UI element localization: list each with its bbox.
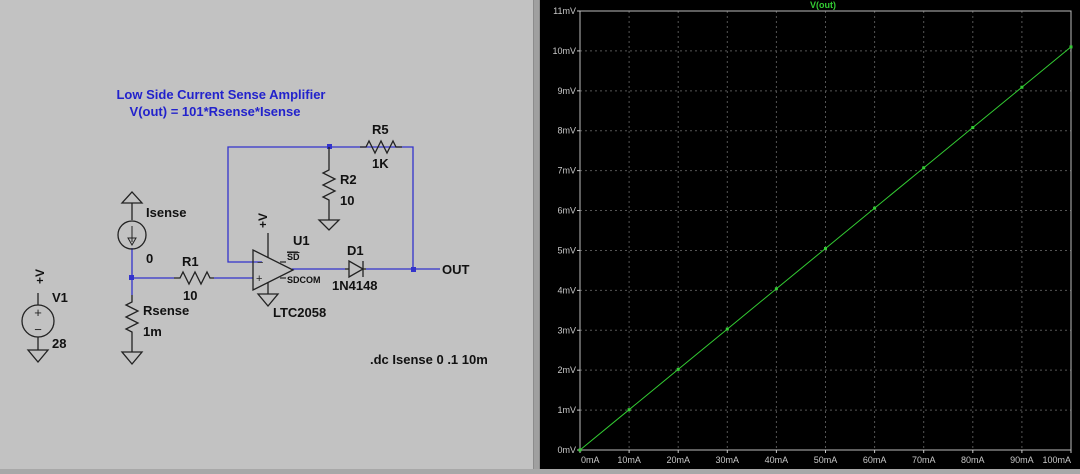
waveform-chart[interactable]: V(out) 0mV 1mV 2mV 3mV 4mV 5mV 6mV 7mV 8mV 9mV 10m… xyxy=(540,0,1080,469)
y-tick-label[interactable]: 7mV xyxy=(557,166,576,176)
trace-point[interactable] xyxy=(971,126,975,130)
spice-directive[interactable]: .dc Isense 0 .1 10m xyxy=(370,352,488,367)
trace-point[interactable] xyxy=(873,206,877,210)
u1-part[interactable]: LTC2058 xyxy=(273,305,326,320)
d1-part[interactable]: 1N4148 xyxy=(332,278,378,293)
u1-name[interactable]: U1 xyxy=(293,233,310,248)
out-net-label[interactable]: OUT xyxy=(442,262,470,277)
y-tick-label[interactable]: 11mV xyxy=(553,6,576,16)
schematic-title-line2[interactable]: V(out) = 101*Rsense*Isense xyxy=(130,104,301,119)
r2-resistor[interactable]: R2 10 xyxy=(317,147,357,231)
trace-point[interactable] xyxy=(774,287,778,291)
trace-point[interactable] xyxy=(725,327,729,331)
isense-source[interactable]: Isense 0 xyxy=(117,191,186,266)
trace-point[interactable] xyxy=(676,367,680,371)
u1-sd-label: SD xyxy=(287,252,300,262)
grid xyxy=(580,11,1071,450)
y-tick-label[interactable]: 9mV xyxy=(557,86,576,96)
schematic-canvas[interactable]: + − +V V1 28 Isense 0 R1 10 Rsense 1m R2… xyxy=(0,0,533,469)
trace-point[interactable] xyxy=(627,408,631,412)
y-tick-label[interactable]: 8mV xyxy=(557,126,576,136)
trace-title[interactable]: V(out) xyxy=(810,0,836,10)
x-tick-label[interactable]: 30mA xyxy=(716,455,740,465)
u1-minus-pin: − xyxy=(257,257,263,269)
v1-minus-sign: − xyxy=(34,322,42,337)
rsense-name[interactable]: Rsense xyxy=(143,303,189,318)
rsense-resistor[interactable]: Rsense 1m xyxy=(120,295,189,366)
r1-name[interactable]: R1 xyxy=(182,254,199,269)
u1-supply-label: +V xyxy=(256,213,270,228)
y-tick-label[interactable]: 0mV xyxy=(557,445,576,455)
y-tick-label[interactable]: 6mV xyxy=(557,206,576,216)
d1-name[interactable]: D1 xyxy=(347,243,364,258)
trace-point[interactable] xyxy=(1020,85,1024,89)
y-tick-label[interactable]: 4mV xyxy=(557,285,576,295)
y-tick-label[interactable]: 2mV xyxy=(557,365,576,375)
schematic-panel[interactable]: + − +V V1 28 Isense 0 R1 10 Rsense 1m R2… xyxy=(0,0,533,469)
y-tick-label[interactable]: 1mV xyxy=(557,405,576,415)
x-tick-label[interactable]: 60mA xyxy=(863,455,887,465)
r2-value[interactable]: 10 xyxy=(340,193,354,208)
r5-value[interactable]: 1K xyxy=(372,156,389,171)
d1-diode[interactable]: D1 1N4148 xyxy=(332,243,378,293)
trace-point[interactable] xyxy=(578,448,582,452)
v1-pin-label: +V xyxy=(33,269,47,284)
v1-value[interactable]: 28 xyxy=(52,336,66,351)
isense-ground-icon xyxy=(120,191,144,204)
r1-resistor[interactable]: R1 10 xyxy=(174,254,214,303)
x-tick-label[interactable]: 50mA xyxy=(814,455,838,465)
isense-value[interactable]: 0 xyxy=(146,251,153,266)
waveform-panel[interactable]: V(out) 0mV 1mV 2mV 3mV 4mV 5mV 6mV 7mV 8mV 9mV 10m… xyxy=(540,0,1080,469)
x-tick-label[interactable]: 40mA xyxy=(765,455,789,465)
y-tick-label[interactable]: 10mV xyxy=(552,46,576,56)
v1-plus-sign: + xyxy=(34,305,42,320)
trace-point[interactable] xyxy=(1069,45,1073,49)
x-tick-label[interactable]: 10mA xyxy=(617,455,641,465)
rsense-value[interactable]: 1m xyxy=(143,324,162,339)
v1-name[interactable]: V1 xyxy=(52,290,68,305)
u1-opamp[interactable]: − + +V U1 SD SDCOM LTC2058 xyxy=(252,213,326,320)
pane-splitter[interactable] xyxy=(533,0,540,469)
schematic-title-line1[interactable]: Low Side Current Sense Amplifier xyxy=(116,87,325,102)
r2-name[interactable]: R2 xyxy=(340,172,357,187)
r5-name[interactable]: R5 xyxy=(372,122,389,137)
r2-ground-icon xyxy=(317,219,341,231)
u1-sdcom-label: SDCOM xyxy=(287,275,321,285)
d1-symbol xyxy=(348,259,365,279)
v1-ground-icon xyxy=(26,349,50,364)
u1-plus-pin: + xyxy=(256,273,262,285)
x-tick-label[interactable]: 90mA xyxy=(1010,455,1034,465)
x-tick-label[interactable]: 20mA xyxy=(666,455,690,465)
x-tick-label[interactable]: 80mA xyxy=(961,455,985,465)
trace-point[interactable] xyxy=(824,246,827,250)
junction-out xyxy=(411,267,416,272)
junction-isense xyxy=(129,275,134,280)
y-tick-label[interactable]: 3mV xyxy=(557,325,576,335)
r1-symbol xyxy=(174,270,214,286)
x-tick-label[interactable]: 0mA xyxy=(581,455,600,465)
y-tick-label[interactable]: 5mV xyxy=(557,245,576,255)
isense-name[interactable]: Isense xyxy=(146,205,186,220)
trace-point[interactable] xyxy=(922,166,926,170)
rsense-symbol xyxy=(124,295,140,340)
v1-source[interactable]: + − +V V1 28 xyxy=(21,269,68,364)
x-axis-ticks[interactable]: 0mA 10mA 20mA 30mA 40mA 50mA 60mA 70mA 80mA 90mA 1… xyxy=(579,450,1072,465)
x-tick-label[interactable]: 70mA xyxy=(912,455,936,465)
r2-symbol xyxy=(321,147,337,210)
rsense-ground-icon xyxy=(120,351,144,366)
x-tick-label[interactable]: 100mA xyxy=(1042,455,1071,465)
r1-value[interactable]: 10 xyxy=(183,288,197,303)
y-axis-ticks[interactable]: 0mV 1mV 2mV 3mV 4mV 5mV 6mV 7mV 8mV 9mV 10mV 11mV xyxy=(552,6,580,455)
